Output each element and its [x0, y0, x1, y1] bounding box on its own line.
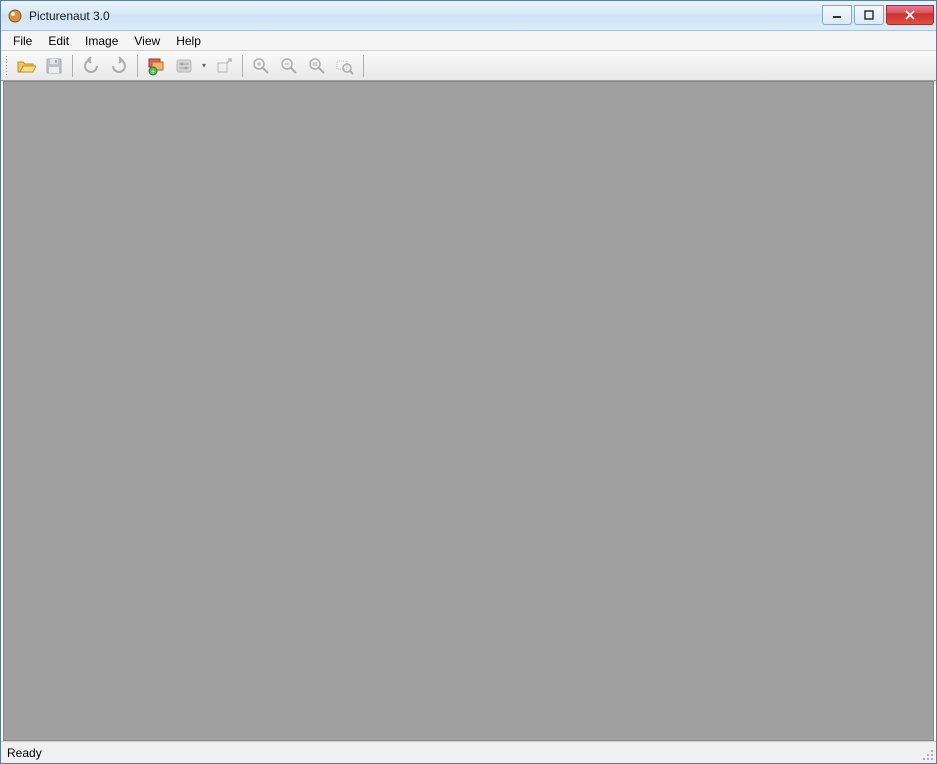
titlebar: Picturenaut 3.0 [1, 1, 936, 31]
app-window: Picturenaut 3.0 File Edit Image View Hel… [0, 0, 937, 764]
save-button[interactable] [41, 53, 67, 79]
menu-view[interactable]: View [126, 32, 168, 50]
svg-text:+: + [151, 69, 155, 76]
chevron-down-icon: ▾ [202, 61, 206, 70]
menu-file[interactable]: File [5, 32, 40, 50]
tone-mapping-button[interactable] [171, 53, 197, 79]
toolbar-separator [242, 55, 243, 77]
resize-grip-icon[interactable] [920, 747, 934, 761]
toolbar-grip-icon [5, 55, 9, 77]
toolbar-separator [72, 55, 73, 77]
floppy-disk-icon [44, 56, 64, 76]
zoom-in-button[interactable] [248, 53, 274, 79]
folder-open-icon [16, 56, 36, 76]
app-icon [7, 8, 23, 24]
hdr-generate-button[interactable]: + [143, 53, 169, 79]
workspace-canvas [3, 81, 934, 741]
rotate-cw-icon [109, 56, 129, 76]
fullscreen-button[interactable] [211, 53, 237, 79]
zoom-out-button[interactable] [276, 53, 302, 79]
rotate-cw-button[interactable] [106, 53, 132, 79]
menu-edit[interactable]: Edit [40, 32, 77, 50]
window-title: Picturenaut 3.0 [29, 9, 110, 23]
sliders-icon [174, 56, 194, 76]
toolbar-separator [137, 55, 138, 77]
menu-image[interactable]: Image [77, 32, 126, 50]
zoom-actual-icon [335, 56, 355, 76]
rotate-ccw-button[interactable] [78, 53, 104, 79]
zoom-in-icon [251, 56, 271, 76]
zoom-fit-icon [307, 56, 327, 76]
hdr-stack-icon: + [146, 56, 166, 76]
close-button[interactable] [886, 5, 934, 25]
window-controls [822, 5, 934, 25]
rotate-ccw-icon [81, 56, 101, 76]
status-text: Ready [7, 746, 42, 760]
expand-icon [214, 56, 234, 76]
tone-mapping-dropdown[interactable]: ▾ [199, 53, 209, 79]
menubar: File Edit Image View Help [1, 31, 936, 51]
zoom-out-icon [279, 56, 299, 76]
zoom-fit-button[interactable] [304, 53, 330, 79]
toolbar-separator [363, 55, 364, 77]
menu-help[interactable]: Help [168, 32, 209, 50]
zoom-actual-button[interactable] [332, 53, 358, 79]
open-button[interactable] [13, 53, 39, 79]
statusbar: Ready [1, 741, 936, 763]
minimize-button[interactable] [822, 5, 852, 25]
maximize-button[interactable] [854, 5, 884, 25]
toolbar: + ▾ [1, 51, 936, 81]
